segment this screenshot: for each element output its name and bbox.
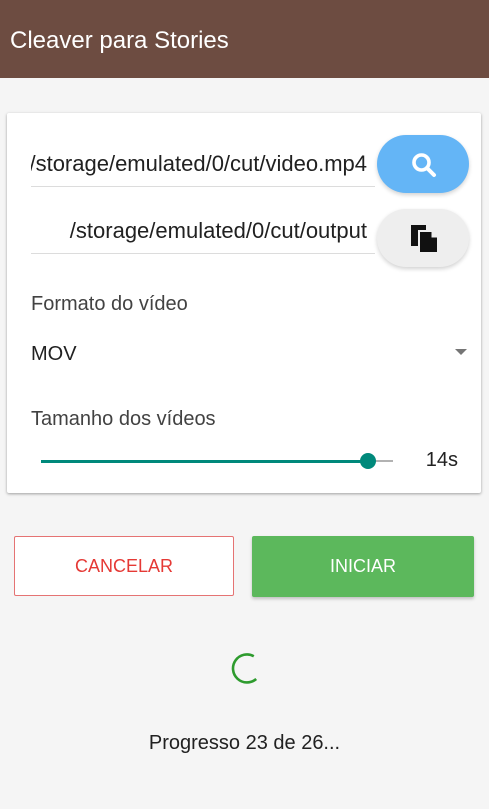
output-path-text: /storage/emulated/0/cut/output bbox=[69, 218, 367, 243]
copy-button[interactable] bbox=[377, 209, 469, 267]
app-bar: Cleaver para Stories bbox=[0, 0, 489, 78]
search-icon bbox=[412, 153, 436, 177]
input-path-field[interactable]: /storage/emulated/0/cut/video.mp4 bbox=[31, 146, 375, 187]
cancel-button[interactable]: CANCELAR bbox=[14, 536, 234, 596]
video-size-value: 14s bbox=[425, 449, 458, 471]
output-path-field[interactable]: /storage/emulated/0/cut/output bbox=[31, 213, 375, 254]
progress-text: Progresso 23 de 26... bbox=[148, 732, 341, 754]
search-button[interactable] bbox=[377, 135, 469, 193]
app-title: Cleaver para Stories bbox=[10, 27, 229, 54]
slider-track-active bbox=[41, 460, 368, 463]
copy-icon bbox=[411, 225, 439, 254]
format-select[interactable]: MOV bbox=[31, 335, 467, 371]
format-label: Formato do vídeo bbox=[31, 293, 188, 315]
loading-spinner-icon bbox=[231, 653, 258, 684]
start-button[interactable]: INICIAR bbox=[252, 536, 474, 597]
settings-card: /storage/emulated/0/cut/video.mp4 /stora… bbox=[7, 113, 481, 493]
dropdown-arrow-icon bbox=[455, 349, 467, 355]
slider-thumb[interactable] bbox=[360, 453, 376, 469]
video-size-slider[interactable] bbox=[41, 449, 393, 473]
format-selected-value: MOV bbox=[31, 343, 77, 365]
video-size-label: Tamanho dos vídeos bbox=[31, 408, 216, 430]
input-path-text: /storage/emulated/0/cut/video.mp4 bbox=[31, 151, 367, 176]
